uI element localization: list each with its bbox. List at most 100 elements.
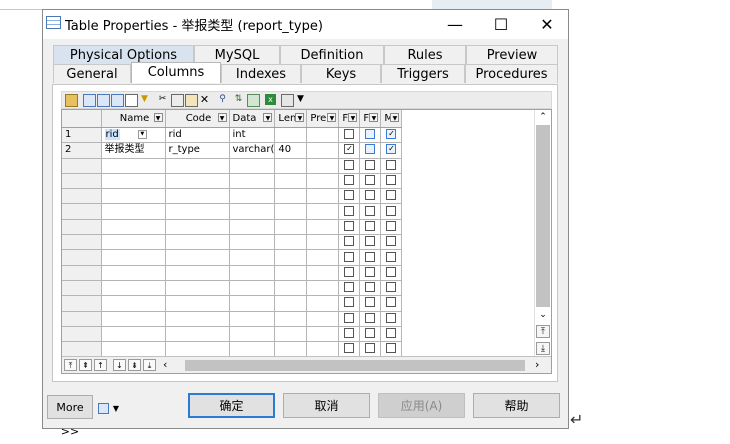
row-number[interactable]: 1 [62, 127, 102, 144]
mandatory-checkbox[interactable] [386, 312, 397, 323]
primary-checkbox[interactable] [344, 251, 355, 262]
code-cell[interactable] [165, 203, 230, 220]
filter-icon[interactable]: ▼ [139, 94, 150, 105]
minimize-button[interactable]: — [432, 10, 478, 39]
mandatory-checkbox[interactable]: ✓ [386, 144, 397, 155]
display-options-dropdown[interactable]: ▼ [98, 401, 120, 415]
name-cell[interactable]: rid ▼ [101, 127, 166, 144]
primary-checkbox[interactable] [344, 129, 355, 140]
mandatory-checkbox[interactable] [386, 266, 397, 277]
move-up-icon[interactable]: ↑ [94, 359, 107, 371]
close-button[interactable]: ✕ [524, 10, 570, 39]
move-top-icon[interactable]: ⤒ [64, 359, 77, 371]
foreign-checkbox[interactable] [365, 144, 376, 155]
row-number[interactable] [62, 326, 102, 343]
data-type-cell[interactable] [229, 280, 276, 297]
primary-cell[interactable] [338, 295, 361, 312]
data-type-cell[interactable] [229, 249, 276, 266]
mandatory-checkbox[interactable] [386, 220, 397, 231]
data-type-cell[interactable] [229, 173, 276, 190]
paste-icon[interactable] [185, 94, 198, 107]
foreign-cell[interactable] [359, 265, 382, 281]
primary-cell[interactable] [338, 249, 361, 266]
code-cell[interactable]: rid [165, 127, 230, 144]
primary-cell[interactable] [338, 127, 361, 144]
precision-cell[interactable] [306, 249, 340, 266]
customize-columns-icon[interactable] [247, 94, 260, 107]
mandatory-checkbox[interactable] [386, 190, 397, 201]
data-type-cell[interactable] [229, 341, 276, 358]
cancel-button[interactable]: 取消 [283, 393, 370, 418]
code-cell[interactable] [165, 173, 230, 190]
length-cell[interactable] [274, 127, 308, 144]
name-cell[interactable] [101, 265, 166, 281]
copy-icon[interactable] [125, 94, 138, 107]
length-cell[interactable] [274, 173, 308, 190]
row-number[interactable] [62, 173, 102, 190]
precision-cell[interactable] [306, 173, 340, 190]
table-row-empty[interactable] [62, 219, 403, 236]
primary-cell[interactable] [338, 219, 361, 236]
mandatory-cell[interactable] [380, 295, 403, 312]
header-data-type[interactable]: Data ▼ [229, 110, 276, 128]
name-cell[interactable] [101, 219, 166, 236]
primary-checkbox[interactable] [344, 343, 355, 354]
row-number[interactable] [62, 158, 102, 174]
code-cell[interactable] [165, 311, 230, 327]
header-dropdown-icon[interactable]: ▼ [263, 113, 273, 122]
foreign-checkbox[interactable] [365, 312, 376, 323]
foreign-cell[interactable] [359, 249, 382, 266]
mandatory-cell[interactable]: ✓ [380, 127, 403, 144]
foreign-checkbox[interactable] [365, 175, 376, 186]
precision-cell[interactable] [306, 203, 340, 220]
name-cell[interactable] [101, 234, 166, 251]
length-cell[interactable] [274, 280, 308, 297]
table-row[interactable]: 2 举报类型 r_type varchar(40 ✓ ✓ [62, 142, 403, 159]
foreign-cell[interactable] [359, 173, 382, 190]
primary-cell[interactable] [338, 265, 361, 281]
mandatory-cell[interactable] [380, 158, 403, 174]
foreign-checkbox[interactable] [365, 282, 376, 293]
header-foreign[interactable]: F ▼ [359, 110, 382, 128]
data-type-cell[interactable]: varchar( [229, 142, 276, 159]
mandatory-checkbox[interactable] [386, 175, 397, 186]
name-value[interactable]: rid [104, 129, 120, 141]
dropdown-arrow-icon[interactable]: ▼ [295, 94, 306, 105]
header-dropdown-icon[interactable]: ▼ [153, 113, 163, 122]
scroll-left-icon[interactable]: ‹ [163, 358, 167, 371]
length-cell[interactable] [274, 158, 308, 174]
primary-cell[interactable] [338, 203, 361, 220]
row-number[interactable] [62, 234, 102, 251]
foreign-cell[interactable] [359, 203, 382, 220]
precision-cell[interactable] [306, 265, 340, 281]
mandatory-checkbox[interactable]: ✓ [386, 129, 397, 140]
header-mandatory[interactable]: M ▼ [380, 110, 403, 128]
scroll-up-icon[interactable]: ⌃ [536, 111, 550, 124]
name-cell[interactable] [101, 311, 166, 327]
mandatory-checkbox[interactable] [386, 236, 397, 247]
scroll-down-icon[interactable]: ⌄ [536, 309, 550, 322]
mandatory-checkbox[interactable] [386, 159, 397, 170]
table-row-empty[interactable] [62, 311, 403, 327]
primary-checkbox[interactable]: ✓ [344, 144, 355, 155]
horizontal-scroll-thumb[interactable] [185, 360, 525, 371]
primary-checkbox[interactable] [344, 297, 355, 308]
tab-procedures[interactable]: Procedures [465, 64, 558, 83]
length-cell[interactable] [274, 341, 308, 358]
mandatory-checkbox[interactable] [386, 205, 397, 216]
table-row-empty[interactable] [62, 265, 403, 281]
length-cell[interactable] [274, 219, 308, 236]
precision-cell[interactable] [306, 326, 340, 343]
add-columns-icon[interactable] [111, 94, 124, 107]
name-cell[interactable] [101, 188, 166, 205]
primary-cell[interactable] [338, 188, 361, 205]
tab-indexes[interactable]: Indexes [221, 64, 301, 83]
title-bar[interactable]: Table Properties - 举报类型 (report_type) — … [43, 10, 568, 39]
code-cell[interactable] [165, 249, 230, 266]
primary-checkbox[interactable] [344, 220, 355, 231]
tab-general[interactable]: General [53, 64, 131, 83]
maximize-button[interactable]: ☐ [478, 10, 524, 39]
precision-cell[interactable] [306, 142, 340, 159]
foreign-checkbox[interactable] [365, 236, 376, 247]
primary-cell[interactable] [338, 234, 361, 251]
